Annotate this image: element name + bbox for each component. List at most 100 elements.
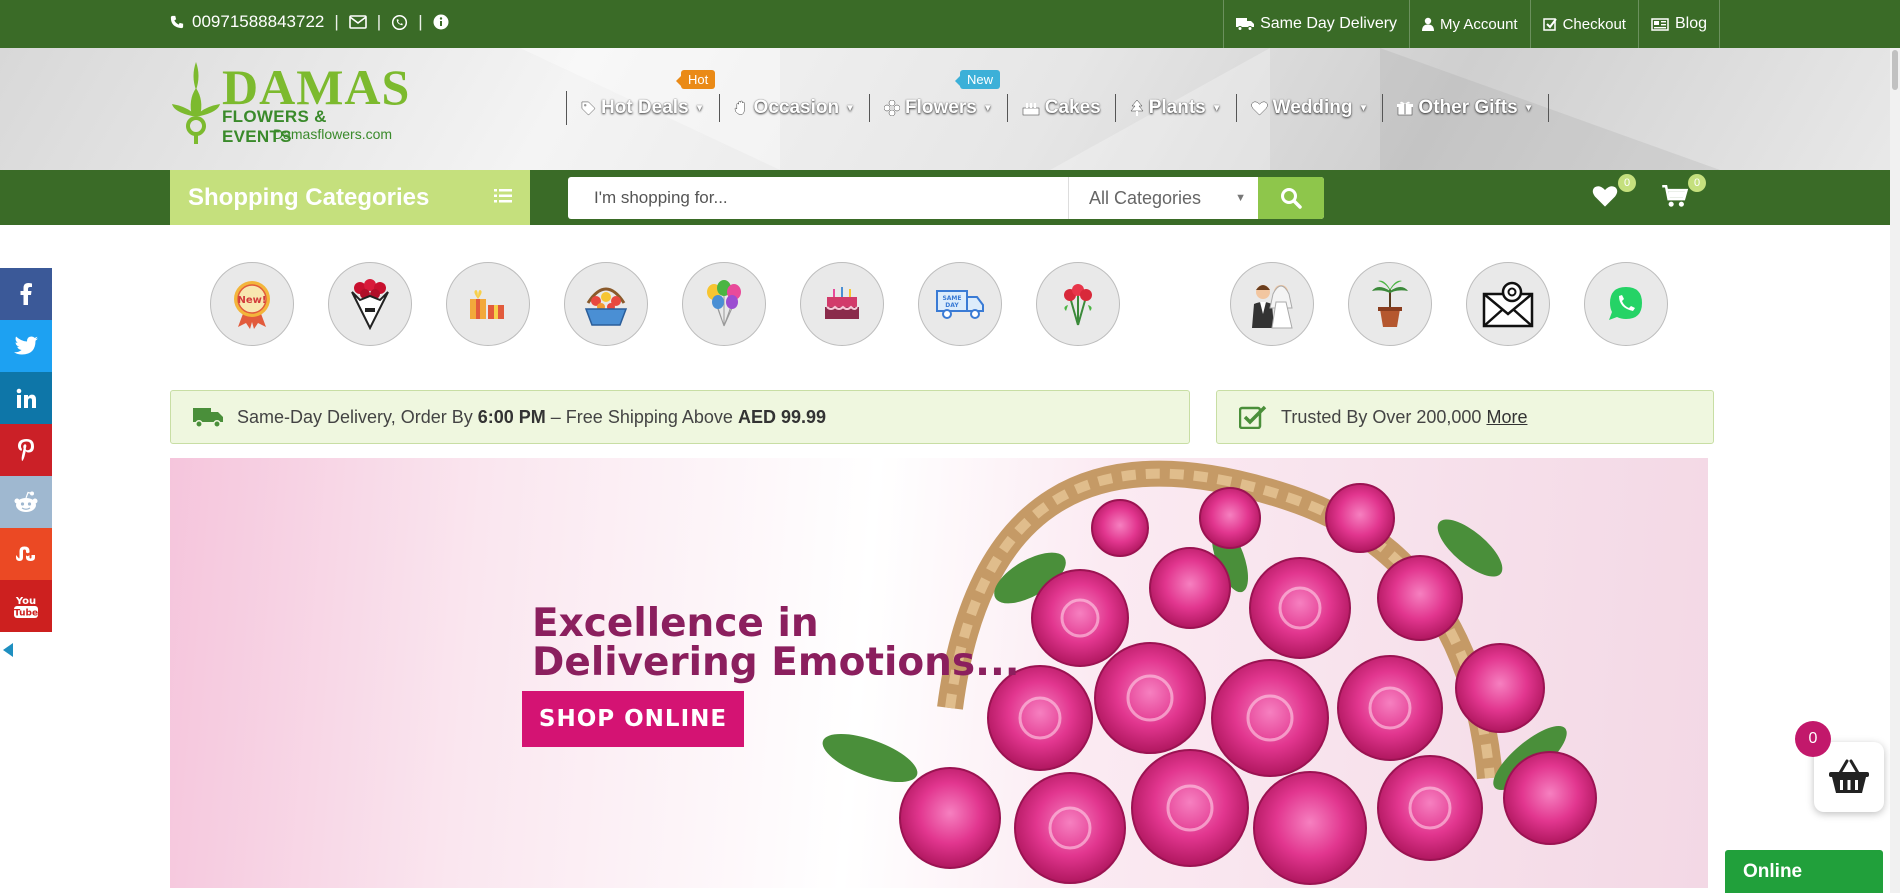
newspaper-icon <box>1651 17 1669 31</box>
truck-icon <box>193 406 223 428</box>
shopping-cart-icon <box>1662 184 1688 207</box>
category-same-day-delivery[interactable]: SAME DAY <box>918 262 1002 346</box>
shopping-categories-label: Shopping Categories <box>188 183 430 211</box>
category-wedding[interactable] <box>1230 262 1314 346</box>
checkout-label: Checkout <box>1562 15 1626 33</box>
heart-icon <box>1592 185 1618 207</box>
blog-link[interactable]: Blog <box>1637 0 1720 48</box>
page-scrollbar[interactable] <box>1890 48 1900 893</box>
separator: | <box>334 12 339 31</box>
contact-strip: 00971588843722 | | | <box>170 0 449 44</box>
chevron-down-icon: ▼ <box>1523 102 1534 114</box>
search-form: All Categories ▼ <box>568 177 1324 219</box>
delivery-prefix: Same-Day Delivery, Order By <box>237 406 473 427</box>
flower-icon <box>884 100 900 116</box>
hand-icon <box>734 100 749 116</box>
stumbleupon-share-button[interactable] <box>0 528 52 580</box>
wishlist-button[interactable]: 0 <box>1590 174 1636 214</box>
new-badge: New <box>954 70 1001 89</box>
same-day-delivery-label: Same Day Delivery <box>1260 15 1398 32</box>
gift-icon <box>470 290 504 319</box>
checkout-link[interactable]: Checkout <box>1529 0 1638 48</box>
collapse-social-button[interactable] <box>2 642 14 663</box>
envelope-icon[interactable] <box>348 15 367 29</box>
delivery-info-box: Same-Day Delivery, Order By 6:00 PM – Fr… <box>170 390 1190 444</box>
more-link[interactable]: More <box>1486 407 1527 427</box>
list-icon <box>494 187 512 208</box>
same-day-delivery-link[interactable]: Same Day Delivery <box>1223 0 1409 48</box>
category-new-arrivals[interactable]: New! <box>210 262 294 346</box>
nav-cakes-label: Cakes <box>1044 97 1101 118</box>
chevron-down-icon: ▼ <box>982 102 993 114</box>
category-select[interactable]: All Categories ▼ <box>1068 177 1258 219</box>
flower-basket-icon <box>584 287 628 326</box>
youtube-icon: You Tube <box>14 596 38 619</box>
linkedin-share-button[interactable] <box>0 372 52 424</box>
social-share-bar: You Tube <box>0 268 52 632</box>
delivery-middle: – Free Shipping Above <box>550 406 733 427</box>
facebook-share-button[interactable] <box>0 268 52 320</box>
search-button[interactable] <box>1258 177 1324 219</box>
delivery-time: 6:00 PM <box>477 406 546 427</box>
check-square-icon <box>1239 405 1267 429</box>
category-roses[interactable] <box>1036 262 1120 346</box>
hero-title-line1: Excellence in <box>532 601 819 646</box>
category-cakes[interactable] <box>800 262 884 346</box>
phone-number[interactable]: 00971588843722 <box>192 12 324 32</box>
delivery-info-text: Same-Day Delivery, Order By 6:00 PM – Fr… <box>237 407 826 428</box>
scrollbar-thumb[interactable] <box>1892 50 1898 90</box>
cart-button[interactable]: 0 <box>1660 174 1706 214</box>
logo-brand: DAMAS <box>222 59 411 115</box>
nav-plants[interactable]: Plants ▼ <box>1116 94 1237 122</box>
nav-cakes[interactable]: Cakes <box>1008 94 1116 122</box>
category-gifts[interactable] <box>446 262 530 346</box>
nav-other-gifts[interactable]: Other Gifts ▼ <box>1383 94 1549 122</box>
separator: | <box>376 12 382 31</box>
nav-occasion[interactable]: Occasion ▼ <box>720 94 870 122</box>
wedding-couple-icon <box>1252 285 1293 329</box>
tag-icon <box>581 101 596 116</box>
category-flower-baskets[interactable] <box>564 262 648 346</box>
svg-text:DAY: DAY <box>945 302 959 309</box>
whatsapp-icon[interactable] <box>391 14 408 31</box>
my-account-label: My Account <box>1440 15 1518 33</box>
search-input[interactable] <box>568 177 1068 219</box>
trust-info-box: Trusted By Over 200,000 More <box>1216 390 1714 444</box>
hero-banner[interactable]: Excellence in Delivering Emotions... SHO… <box>170 458 1708 888</box>
reddit-share-button[interactable] <box>0 476 52 528</box>
nav-hot-deals[interactable]: Hot Deals ▼ Hot <box>567 70 720 122</box>
shopping-categories-button[interactable]: Shopping Categories <box>170 170 530 225</box>
chat-online-button[interactable]: Online <box>1725 850 1883 893</box>
shop-online-button[interactable]: SHOP ONLINE <box>522 691 744 747</box>
nav-plants-label: Plants <box>1148 97 1206 118</box>
header: DAMAS FLOWERS & EVENTS Damasflowers.com … <box>0 48 1900 170</box>
separator: | <box>418 12 423 31</box>
hot-badge: Hot <box>675 70 716 89</box>
category-select-value: All Categories <box>1089 187 1202 208</box>
pinterest-share-button[interactable] <box>0 424 52 476</box>
my-account-link[interactable]: My Account <box>1409 0 1530 48</box>
twitter-share-button[interactable] <box>0 320 52 372</box>
category-email[interactable] <box>1466 262 1550 346</box>
chevron-down-icon: ▼ <box>694 102 705 114</box>
svg-text:You: You <box>15 596 36 607</box>
trust-info-text: Trusted By Over 200,000 More <box>1281 407 1527 428</box>
plant-icon <box>1372 280 1408 327</box>
cart-count: 0 <box>1688 174 1706 192</box>
category-bouquets[interactable] <box>328 262 412 346</box>
logo-url: Damasflowers.com <box>273 126 393 142</box>
pinterest-icon <box>18 439 34 461</box>
category-plants[interactable] <box>1348 262 1432 346</box>
nav-wedding[interactable]: Wedding ▼ <box>1237 94 1384 122</box>
site-logo[interactable]: DAMAS FLOWERS & EVENTS Damasflowers.com <box>170 60 409 150</box>
main-navigation: Hot Deals ▼ Hot Occasion ▼ Flowers ▼ New… <box>566 70 1549 125</box>
whatsapp-icon <box>1609 287 1642 320</box>
nav-flowers[interactable]: Flowers ▼ New <box>870 70 1008 122</box>
youtube-share-button[interactable]: You Tube <box>0 580 52 632</box>
category-whatsapp[interactable] <box>1584 262 1668 346</box>
heart-icon <box>1250 101 1268 116</box>
category-balloons[interactable] <box>682 262 766 346</box>
chevron-down-icon: ▼ <box>1211 102 1222 114</box>
header-icons: 0 0 <box>1590 174 1706 214</box>
info-icon[interactable] <box>433 14 449 30</box>
